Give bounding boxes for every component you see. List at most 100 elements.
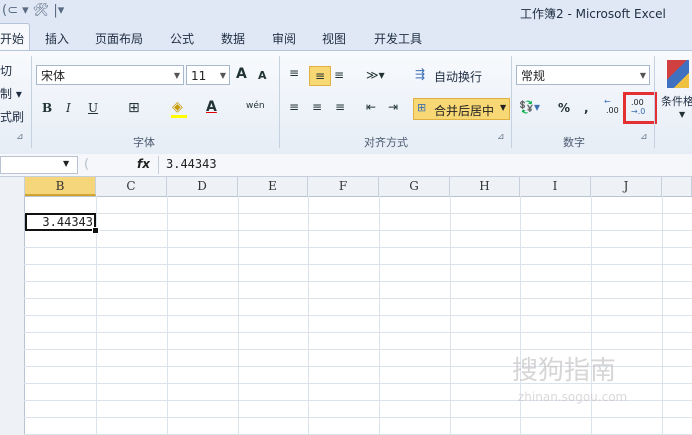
fill-handle[interactable] [92, 227, 99, 234]
italic-button[interactable]: I [66, 101, 71, 115]
column-header-g[interactable]: G [379, 177, 450, 196]
window-title: 工作簿2 - Microsoft Excel [520, 7, 666, 21]
tab-page-layout[interactable]: 页面布局 [95, 30, 143, 47]
column-header-j[interactable]: J [591, 177, 662, 196]
font-color-icon[interactable]: A [206, 99, 217, 115]
corner-cell[interactable] [0, 177, 25, 196]
tab-view[interactable]: 视图 [322, 30, 346, 47]
wrap-text-button[interactable]: 自动换行 [434, 68, 482, 85]
fill-color-swatch [171, 115, 187, 118]
chevron-down-icon: ▼ [639, 71, 646, 80]
column-header-c[interactable]: C [96, 177, 167, 196]
increase-decimal-label: .00 [606, 106, 619, 115]
grid-row-line [24, 315, 692, 316]
column-header-f[interactable]: F [308, 177, 379, 196]
column-header-b[interactable]: B [25, 177, 96, 196]
grid-row-line [24, 298, 692, 299]
dialog-launcher-icon[interactable]: ⊿ [16, 132, 24, 142]
percent-button[interactable]: % [558, 101, 570, 115]
format-painter-button[interactable]: 式刷 [0, 108, 24, 125]
tab-review[interactable]: 审阅 [272, 30, 296, 47]
chevron-down-icon: ▼ [679, 110, 686, 119]
comma-button[interactable]: , [584, 101, 589, 115]
wrap-text-icon: ⇶ [415, 67, 426, 81]
font-name-dropdown[interactable]: 宋体 ▼ [36, 65, 184, 85]
grid-row-line [24, 247, 692, 248]
decrease-indent-icon[interactable]: ⇤ [366, 100, 376, 114]
formula-bar-divider: ( [84, 157, 90, 172]
active-cell-b2[interactable]: 3.44343 [25, 213, 96, 231]
column-header-i[interactable]: I [520, 177, 591, 196]
increase-decimal-button[interactable]: ← .00 [604, 97, 622, 121]
align-bottom-icon[interactable]: ≡ [334, 68, 344, 82]
grid-row-line [24, 264, 692, 265]
title-bar: (⊂ ▾ 🛠 |▾ 工作簿2 - Microsoft Excel [0, 0, 692, 25]
font-group-label: 字体 [133, 136, 155, 149]
watermark-url: zhinan.sogou.com [518, 390, 628, 404]
increase-indent-icon[interactable]: ⇥ [388, 100, 398, 114]
font-size-dropdown[interactable]: 11 ▼ [186, 65, 230, 85]
dialog-launcher-icon[interactable]: ⊿ [497, 132, 505, 142]
watermark: 搜狗指南 [512, 356, 617, 386]
column-header-d[interactable]: D [167, 177, 238, 196]
column-header-row: B C D E F G H I J [0, 177, 692, 197]
phonetic-icon[interactable]: wén [246, 101, 265, 111]
tab-formulas[interactable]: 公式 [170, 30, 194, 47]
chevron-down-icon: ▼ [173, 71, 180, 80]
dialog-launcher-icon[interactable]: ⊿ [640, 132, 648, 142]
tab-home[interactable]: 开始 [0, 30, 24, 47]
grid-row-line [24, 332, 692, 333]
column-header-k[interactable] [662, 177, 692, 196]
group-separator [511, 56, 512, 148]
cut-button[interactable]: 切 [0, 62, 12, 79]
shrink-font-icon[interactable]: A [258, 69, 267, 82]
bold-button[interactable]: B [42, 101, 52, 115]
tab-insert[interactable]: 插入 [45, 30, 69, 47]
tab-developer[interactable]: 开发工具 [374, 30, 422, 47]
merge-center-button[interactable]: ⊞ 合并后居中 ▼ [413, 98, 510, 120]
conditional-format-button[interactable]: 条件格 [661, 93, 692, 109]
group-separator [279, 56, 280, 148]
font-name-value: 宋体 [41, 69, 66, 83]
grid-row-line [24, 230, 692, 231]
font-size-value: 11 [191, 69, 207, 83]
tab-data[interactable]: 数据 [221, 30, 245, 47]
copy-button[interactable]: 制 ▾ [0, 85, 22, 102]
name-box[interactable]: ▼ [0, 156, 78, 174]
formula-divider [158, 156, 159, 174]
row-header-column[interactable] [0, 196, 25, 435]
chevron-down-icon: ▼ [63, 159, 70, 168]
column-header-h[interactable]: H [450, 177, 520, 196]
grid-row-line [24, 417, 692, 418]
formula-bar [0, 154, 692, 177]
align-center-icon[interactable]: ≡ [312, 100, 322, 114]
highlight-box [623, 92, 657, 124]
align-top-icon[interactable]: ≡ [289, 66, 299, 80]
arrow-left-icon: ← [604, 97, 611, 106]
align-left-icon[interactable]: ≡ [289, 100, 299, 114]
quick-access-toolbar[interactable]: (⊂ ▾ 🛠 |▾ [2, 3, 64, 18]
insert-function-button[interactable]: fx [137, 157, 150, 171]
border-icon[interactable]: ⊞ [128, 100, 140, 116]
alignment-group-label: 对齐方式 [364, 136, 408, 149]
grid-row-line [24, 281, 692, 282]
underline-button[interactable]: U [88, 101, 98, 115]
group-separator [31, 56, 32, 148]
merge-center-label: 合并后居中 [434, 104, 495, 118]
currency-icon[interactable]: 💱▾ [519, 100, 540, 114]
chevron-down-icon: ▼ [500, 103, 507, 112]
grow-font-icon[interactable]: A [236, 66, 247, 82]
number-group-label: 数字 [563, 136, 585, 149]
fill-color-icon[interactable]: ◈ [172, 99, 183, 115]
formula-input[interactable]: 3.44343 [166, 157, 217, 171]
conditional-format-icon[interactable] [667, 60, 689, 88]
ribbon-tabs: 开始 插入 页面布局 公式 数据 审阅 视图 开发工具 [0, 23, 692, 52]
grid-row-line [24, 213, 692, 214]
column-header-e[interactable]: E [238, 177, 308, 196]
align-right-icon[interactable]: ≡ [335, 100, 345, 114]
number-format-dropdown[interactable]: 常规 ▼ [516, 65, 650, 85]
orientation-icon[interactable]: ≫▾ [366, 68, 385, 82]
align-middle-icon[interactable]: ≡ [309, 66, 331, 86]
chevron-down-icon: ▼ [219, 71, 226, 80]
group-separator [654, 56, 655, 148]
